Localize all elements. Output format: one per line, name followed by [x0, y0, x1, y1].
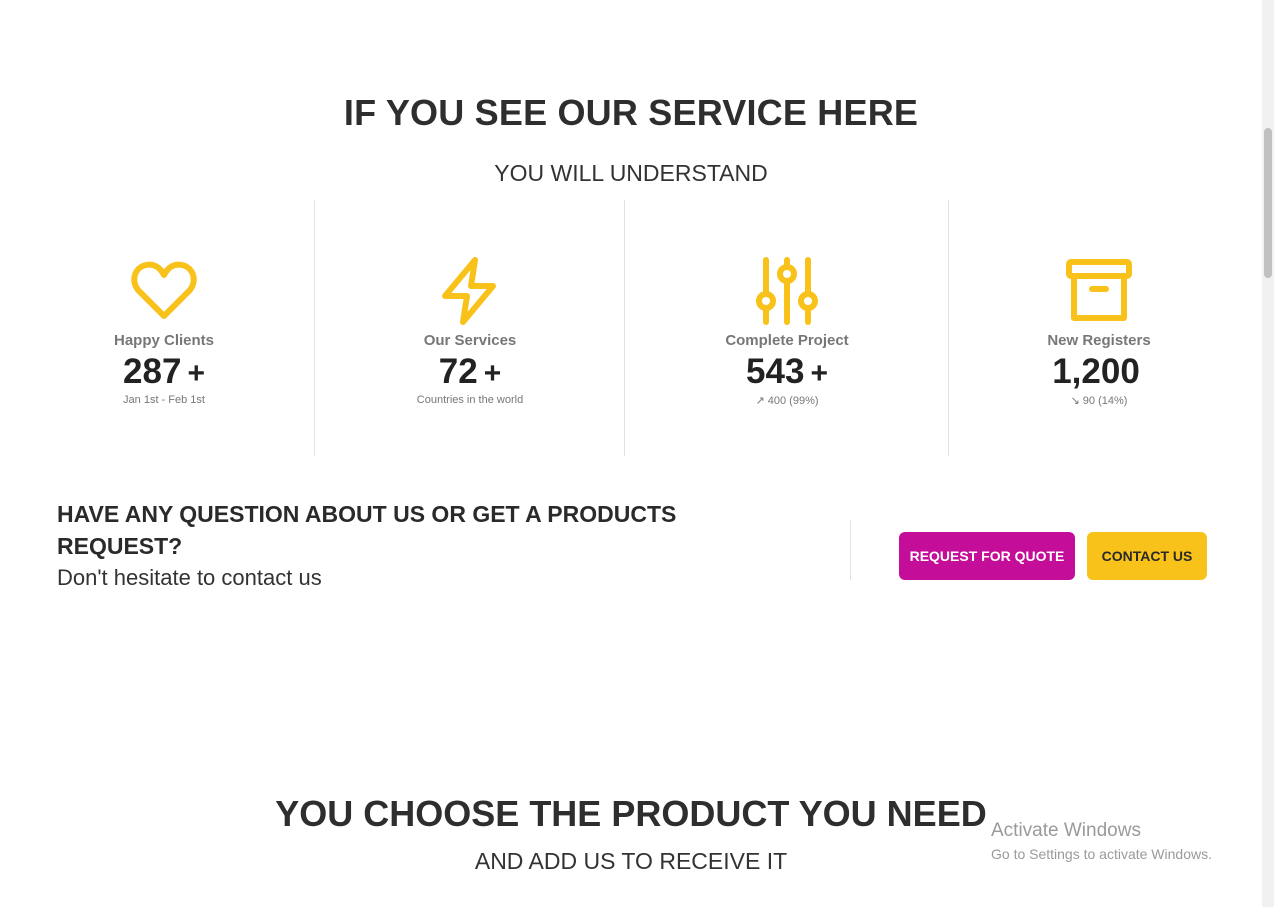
- stat-label: Happy Clients: [113, 332, 215, 349]
- stat-value: 543 +: [746, 352, 828, 391]
- vertical-scrollbar[interactable]: [1262, 0, 1274, 907]
- page: IF YOU SEE OUR SERVICE HERE YOU WILL UND…: [0, 0, 1274, 907]
- stat-value: 1,200: [1052, 352, 1140, 391]
- stat-happy-clients: Happy Clients 287 + Jan 1st - Feb 1st: [14, 200, 314, 456]
- cta-title: HAVE ANY QUESTION ABOUT US OR GET A PROD…: [57, 501, 677, 559]
- stat-value: 72 +: [438, 352, 502, 391]
- lightning-icon: [442, 257, 496, 325]
- stat-desc: ↘ 90 (14%): [1070, 395, 1128, 407]
- stats-row: Happy Clients 287 + Jan 1st - Feb 1st Our…: [0, 200, 1262, 456]
- cta-divider: [850, 520, 851, 580]
- stat-label: Our Services: [423, 332, 517, 349]
- stat-label: Complete Project: [725, 332, 849, 349]
- scrollbar-thumb[interactable]: [1264, 128, 1272, 278]
- watermark-title: Activate Windows: [991, 820, 1141, 841]
- stat-value: 287 +: [123, 352, 205, 391]
- stat-complete-project: Complete Project 543 + ↗ 400 (99%): [624, 200, 949, 456]
- cta-text: Don't hesitate to contact us: [57, 565, 322, 590]
- stat-desc: Countries in the world: [416, 394, 524, 406]
- hero-subtitle: YOU WILL UNDERSTAND: [494, 160, 768, 186]
- watermark-subtitle: Go to Settings to activate Windows.: [991, 846, 1212, 862]
- stat-our-services: Our Services 72 + Countries in the world: [314, 200, 625, 456]
- stat-label: New Registers: [1047, 332, 1151, 349]
- stat-desc: Jan 1st - Feb 1st: [123, 394, 205, 406]
- request-quote-button[interactable]: REQUEST FOR QUOTE: [899, 532, 1075, 580]
- contact-cta: HAVE ANY QUESTION ABOUT US OR GET A PROD…: [57, 498, 757, 594]
- contact-us-button[interactable]: CONTACT US: [1087, 532, 1207, 580]
- stat-desc: ↗ 400 (99%): [755, 395, 819, 407]
- hero-title: IF YOU SEE OUR SERVICE HERE: [343, 92, 919, 133]
- heart-icon: [131, 261, 197, 319]
- activate-windows-watermark: Activate Windows Go to Settings to activ…: [991, 820, 1212, 864]
- sliders-icon: [756, 257, 818, 325]
- archive-box-icon: [1066, 259, 1132, 321]
- stat-new-registers: New Registers 1,200 ↘ 90 (14%): [948, 200, 1249, 456]
